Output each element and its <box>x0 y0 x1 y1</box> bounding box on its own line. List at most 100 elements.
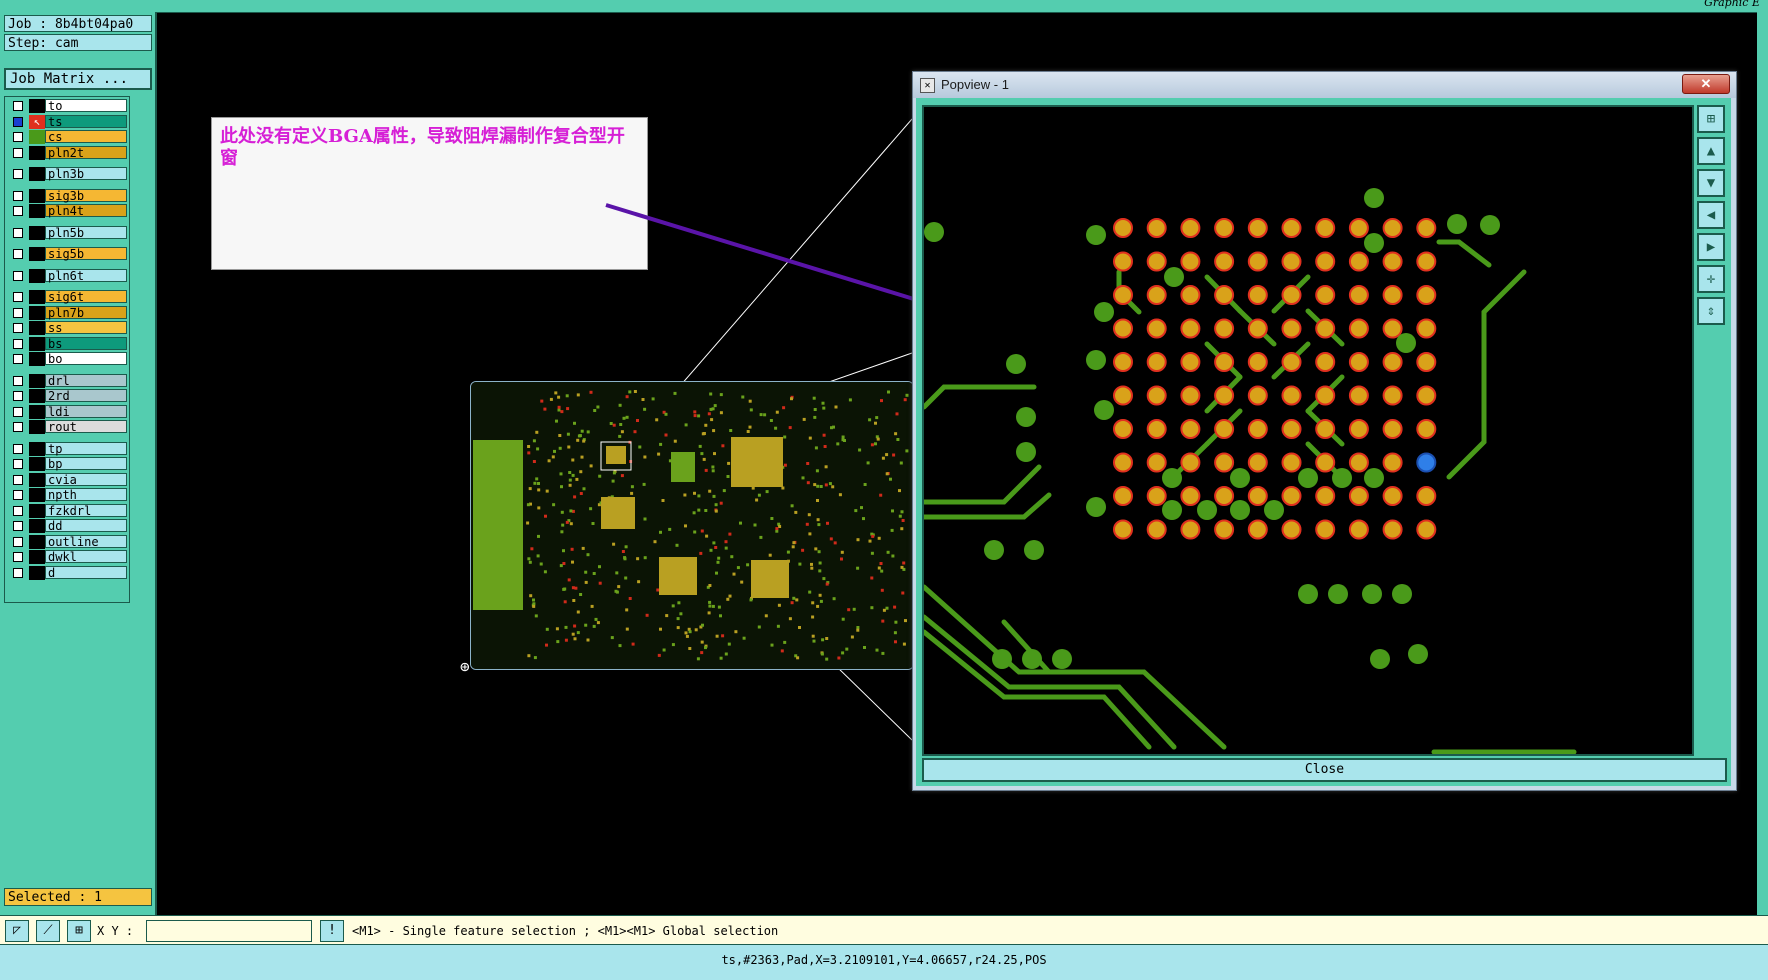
board-feature <box>709 407 713 411</box>
board-feature <box>688 630 692 634</box>
xy-input[interactable] <box>146 920 312 942</box>
bga-pad <box>1180 486 1201 506</box>
board-feature <box>593 409 597 412</box>
board-feature <box>637 580 641 584</box>
popview-titlebar[interactable]: ✕ Popview - 1 ✕ <box>913 72 1736 98</box>
pan-up-icon[interactable]: ▲ <box>1697 137 1725 165</box>
board-feature <box>712 541 716 545</box>
board-feature <box>535 430 539 434</box>
board-feature <box>609 422 613 425</box>
board-feature <box>716 560 720 564</box>
board-feature <box>794 510 798 514</box>
board-feature <box>782 406 786 410</box>
board-feature <box>711 465 715 469</box>
board-feature <box>571 473 575 477</box>
board-feature <box>727 461 731 465</box>
board-feature <box>659 530 662 534</box>
pcb-board-preview[interactable] <box>470 381 914 670</box>
board-feature <box>697 494 701 498</box>
bga-pad <box>1348 285 1369 305</box>
board-feature <box>676 617 680 621</box>
board-feature <box>847 608 851 612</box>
board-feature <box>567 445 571 449</box>
board-feature <box>880 399 883 403</box>
board-feature <box>580 429 584 433</box>
board-feature <box>841 435 845 439</box>
board-feature <box>700 640 704 644</box>
board-feature <box>746 563 750 567</box>
board-feature <box>837 656 841 660</box>
board-feature <box>576 393 580 397</box>
board-feature <box>559 564 563 568</box>
board-feature <box>545 643 548 647</box>
zoom-window-icon[interactable]: ⊞ <box>1697 105 1725 133</box>
board-feature <box>802 417 806 421</box>
trace-pad <box>1332 468 1352 488</box>
board-feature <box>700 651 704 655</box>
bga-pad <box>1281 218 1302 238</box>
board-feature <box>870 551 874 555</box>
board-feature <box>813 408 817 411</box>
bga-pad <box>1146 419 1167 439</box>
board-feature <box>812 639 816 643</box>
pcb-board-drawing <box>471 382 913 669</box>
board-feature <box>618 644 622 648</box>
pan-right-icon[interactable]: ▶ <box>1697 233 1725 261</box>
board-feature <box>549 397 553 401</box>
board-feature <box>826 521 829 525</box>
bga-pad <box>1113 285 1133 305</box>
pan-left-icon[interactable]: ◀ <box>1697 201 1725 229</box>
board-feature <box>898 489 901 493</box>
bga-pad <box>1416 251 1437 272</box>
board-feature <box>819 485 823 488</box>
board-feature <box>533 656 537 660</box>
board-feature <box>589 464 593 468</box>
board-feature <box>736 566 740 570</box>
board-feature <box>621 550 625 553</box>
board-feature <box>700 452 704 456</box>
popview-close-icon[interactable]: ✕ <box>1682 74 1730 94</box>
measure-icon[interactable]: ⟋ <box>36 920 60 942</box>
board-feature <box>832 597 836 601</box>
board-feature <box>816 484 820 488</box>
trace-pad <box>1197 500 1217 520</box>
board-feature <box>537 506 541 510</box>
zoom-home-icon[interactable]: ⇕ <box>1697 297 1725 325</box>
board-feature <box>630 491 634 495</box>
bga-pad <box>1281 318 1302 339</box>
bga-pad <box>1315 251 1336 272</box>
board-feature <box>808 436 812 440</box>
info-icon[interactable]: ! <box>320 920 344 942</box>
board-feature <box>529 594 533 598</box>
popview-close-button[interactable]: Close <box>922 758 1727 782</box>
board-feature <box>573 624 577 628</box>
pan-down-icon[interactable]: ▼ <box>1697 169 1725 197</box>
board-feature <box>558 446 562 450</box>
bga-pad <box>1348 218 1369 238</box>
bga-zoom-drawing <box>924 188 1577 754</box>
board-feature <box>770 517 774 520</box>
bga-pad <box>1281 352 1302 372</box>
board-feature <box>901 591 905 595</box>
board-feature <box>714 503 718 507</box>
grid-icon[interactable]: ⊞ <box>67 920 91 942</box>
board-feature <box>882 608 886 612</box>
board-feature <box>858 448 862 452</box>
board-feature <box>582 487 586 491</box>
board-feature <box>741 395 745 399</box>
board-feature <box>622 416 626 420</box>
zoom-fit-icon[interactable]: ✛ <box>1697 265 1725 293</box>
bga-pad <box>1382 452 1403 473</box>
bga-pad <box>1348 519 1369 540</box>
board-feature <box>708 600 712 604</box>
board-feature <box>895 412 899 416</box>
bga-pad <box>1214 486 1235 506</box>
trace-pad <box>1408 644 1428 664</box>
board-feature <box>540 399 544 403</box>
select-mode-icon[interactable]: ◸ <box>5 920 29 942</box>
board-feature <box>662 648 666 652</box>
popview-canvas[interactable] <box>922 105 1694 756</box>
board-feature <box>783 463 787 467</box>
board-feature <box>598 581 602 585</box>
board-feature <box>636 557 640 561</box>
